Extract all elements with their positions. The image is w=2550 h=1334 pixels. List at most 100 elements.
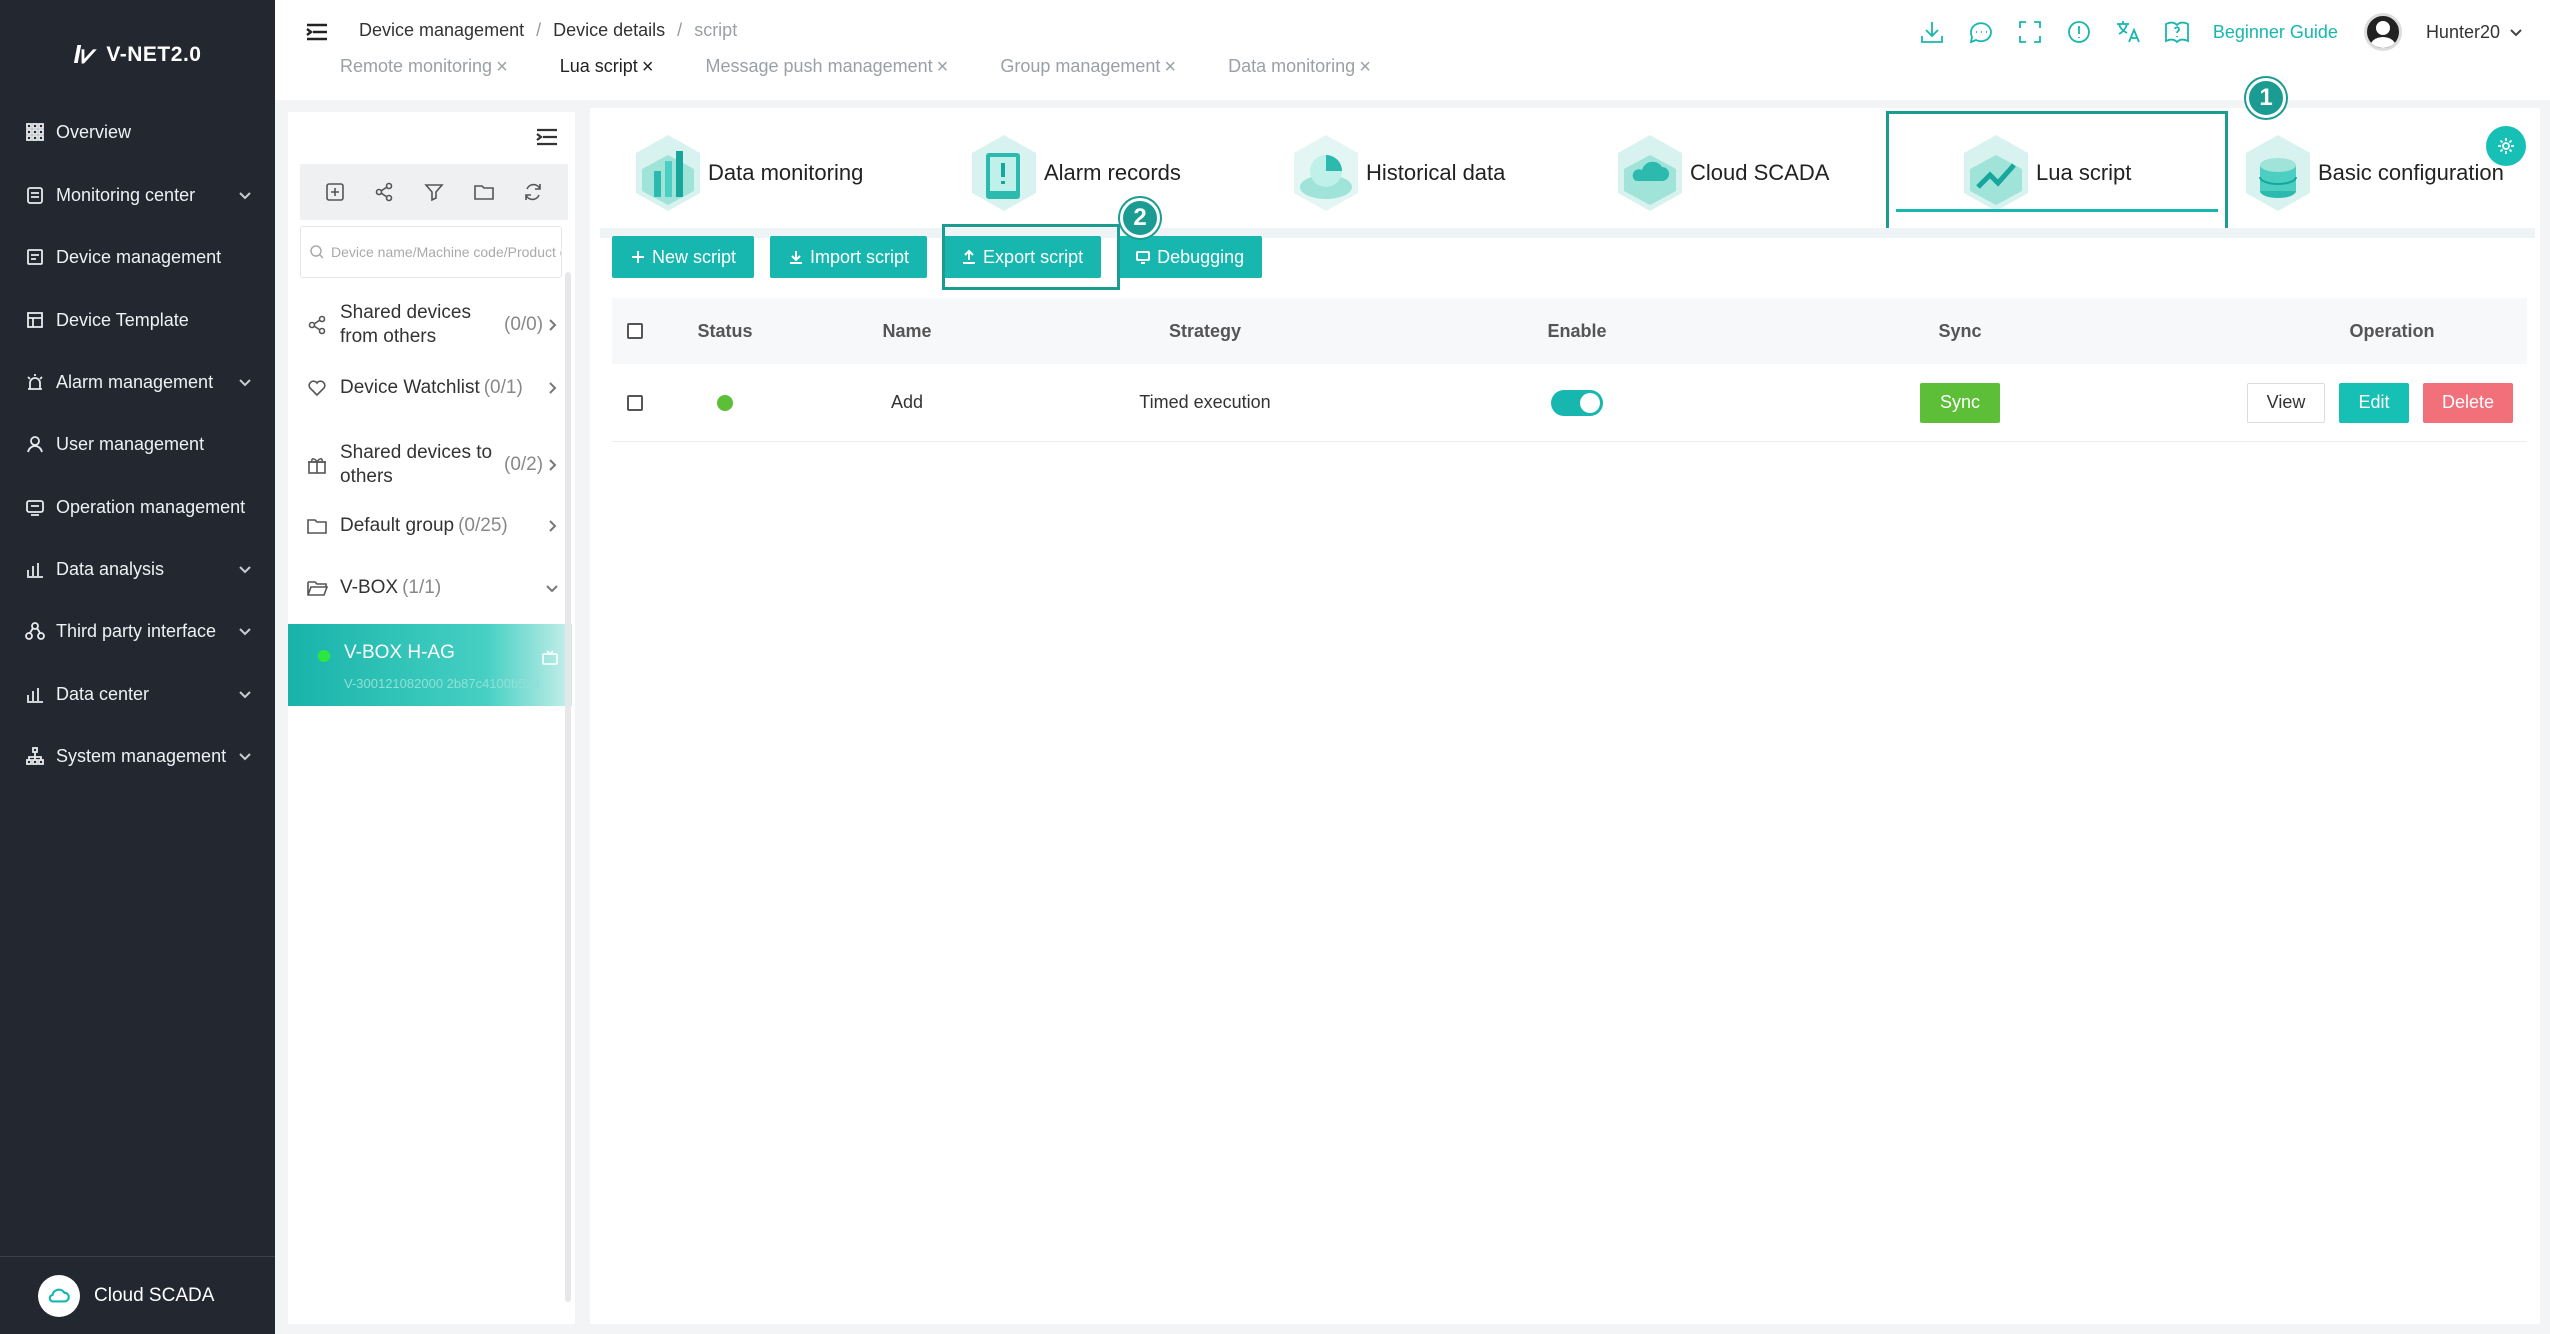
- header-operation: Operation: [2349, 320, 2435, 341]
- sidebar-item-alarm-management[interactable]: Alarm management: [0, 359, 275, 405]
- new-script-button[interactable]: New script: [612, 236, 755, 278]
- chevron-down-icon: [237, 374, 253, 390]
- plus-icon: [632, 251, 644, 263]
- group-v-box[interactable]: V-BOX (1/1): [306, 570, 568, 606]
- close-icon[interactable]: ×: [642, 57, 654, 77]
- sidebar-item-user-management[interactable]: User management: [0, 421, 275, 467]
- enable-toggle[interactable]: [1551, 389, 1603, 416]
- tab-remote-monitoring[interactable]: Remote monitoring ×: [340, 56, 508, 77]
- chevron-down-icon[interactable]: [2508, 24, 2524, 40]
- collapse-panel-icon[interactable]: [533, 124, 561, 150]
- beginner-guide-link[interactable]: Beginner Guide: [2213, 22, 2338, 43]
- menu-toggle-icon[interactable]: [303, 18, 331, 46]
- close-icon[interactable]: ×: [1359, 57, 1371, 77]
- app-logo[interactable]: I⩗ V-NET2.0: [0, 0, 275, 110]
- feature-tab-cloud-scada[interactable]: Cloud SCADA: [1614, 118, 1829, 228]
- cloud-scada-footer[interactable]: Cloud SCADA: [0, 1256, 275, 1334]
- tab-label: Lua script: [559, 56, 638, 76]
- group-count: (1/1): [402, 577, 442, 598]
- settings-gear-button[interactable]: [2486, 126, 2526, 166]
- tv-icon[interactable]: [540, 648, 560, 668]
- select-all-checkbox[interactable]: [627, 323, 643, 339]
- button-label: New script: [652, 246, 737, 267]
- sidebar-item-device-template[interactable]: Device Template: [0, 297, 275, 343]
- sidebar-item-overview[interactable]: Overview: [0, 109, 275, 155]
- sidebar-item-third-party-interface[interactable]: Third party interface: [0, 608, 275, 654]
- row-name: Add: [890, 392, 924, 412]
- alert-icon[interactable]: [2064, 17, 2094, 47]
- filter-icon[interactable]: [423, 181, 445, 203]
- close-icon[interactable]: ×: [937, 57, 949, 77]
- view-button[interactable]: View: [2247, 382, 2325, 423]
- template-icon: [24, 309, 46, 331]
- breadcrumb-separator: /: [536, 20, 542, 40]
- refresh-icon[interactable]: [522, 181, 544, 203]
- import-script-button[interactable]: Import script: [770, 236, 928, 278]
- feature-tab-basic-configuration[interactable]: Basic configuration: [2242, 118, 2504, 228]
- group-shared-to-others[interactable]: Shared devices to others (0/2): [306, 438, 568, 492]
- sidebar-item-operation-management[interactable]: Operation management: [0, 484, 275, 530]
- add-device-icon[interactable]: [324, 181, 346, 203]
- translate-icon[interactable]: [2113, 17, 2143, 47]
- device-search[interactable]: [300, 226, 562, 278]
- share-icon[interactable]: [373, 181, 395, 203]
- folder-open-icon: [306, 577, 329, 599]
- edit-button[interactable]: Edit: [2339, 382, 2409, 423]
- chevron-down-icon: [237, 686, 253, 702]
- breadcrumb-device-details[interactable]: Device details: [553, 20, 665, 41]
- chevron-right-icon: [544, 317, 560, 333]
- share-icon: [306, 314, 328, 336]
- data-monitoring-icon: [636, 135, 700, 211]
- sidebar-item-data-analysis[interactable]: Data analysis: [0, 546, 275, 592]
- sidebar-item-monitoring-center[interactable]: Monitoring center: [0, 172, 275, 218]
- feature-tab-historical-data[interactable]: Historical data: [1290, 118, 1505, 228]
- group-label: Device Watchlist: [340, 377, 480, 398]
- username[interactable]: Hunter20: [2426, 22, 2500, 43]
- alarm-records-icon: [972, 135, 1036, 211]
- group-device-watchlist[interactable]: Device Watchlist (0/1): [306, 370, 568, 406]
- group-count: (0/0): [504, 314, 544, 335]
- sidebar-item-system-management[interactable]: System management: [0, 733, 275, 779]
- download-icon[interactable]: [1917, 17, 1947, 47]
- status-dot-online: [717, 394, 733, 411]
- tab-label: Group management: [1000, 56, 1161, 76]
- group-default[interactable]: Default group (0/25): [306, 508, 568, 544]
- search-icon: [310, 245, 324, 259]
- logo-text: V-NET2.0: [106, 43, 202, 66]
- breadcrumb: Device management / Device details / scr…: [359, 20, 737, 41]
- device-code: V-300121082000 2b87c4100b52d: [344, 676, 540, 691]
- tab-data-monitoring[interactable]: Data monitoring ×: [1228, 56, 1371, 77]
- header-sync: Sync: [1938, 320, 1982, 341]
- tab-message-push-management[interactable]: Message push management ×: [706, 56, 949, 77]
- sidebar-item-data-center[interactable]: Data center: [0, 671, 275, 717]
- device-item-selected[interactable]: V-BOX H-AG V-300121082000 2b87c4100b52d: [288, 624, 572, 706]
- sync-button[interactable]: Sync: [1920, 382, 2000, 423]
- scrollbar[interactable]: [565, 272, 571, 1302]
- tab-label: Data monitoring: [1228, 56, 1356, 76]
- delete-button[interactable]: Delete: [2423, 382, 2513, 423]
- fullscreen-icon[interactable]: [2015, 17, 2045, 47]
- breadcrumb-device-management[interactable]: Device management: [359, 20, 524, 41]
- feature-tab-data-monitoring[interactable]: Data monitoring: [632, 118, 863, 228]
- message-icon[interactable]: [1966, 17, 1996, 47]
- tab-lua-script[interactable]: Lua script ×: [560, 56, 654, 77]
- sidebar-item-device-management[interactable]: Device management: [0, 234, 275, 280]
- page-tabs: Remote monitoring × Lua script × Message p…: [340, 56, 1423, 77]
- monitor-icon: [1136, 251, 1151, 264]
- folder-icon[interactable]: [473, 181, 495, 203]
- active-tab-highlight: [1886, 111, 2228, 231]
- device-search-input[interactable]: [331, 244, 561, 260]
- tab-group-management[interactable]: Group management ×: [1000, 56, 1176, 77]
- group-label: Default group: [340, 515, 455, 536]
- group-shared-from-others[interactable]: Shared devices from others (0/0): [306, 298, 568, 352]
- step-badge-2: 2: [1120, 198, 1160, 238]
- debugging-button[interactable]: Debugging: [1117, 236, 1263, 278]
- avatar[interactable]: [2363, 13, 2402, 51]
- row-operations: View Edit Delete: [2240, 364, 2527, 441]
- sidebar: I⩗ V-NET2.0 Overview Monitoring center D…: [0, 0, 275, 1334]
- help-book-icon[interactable]: [2162, 17, 2192, 47]
- close-icon[interactable]: ×: [1164, 57, 1176, 77]
- close-icon[interactable]: ×: [496, 57, 508, 77]
- row-checkbox[interactable]: [627, 394, 643, 411]
- alarm-icon: [24, 371, 46, 393]
